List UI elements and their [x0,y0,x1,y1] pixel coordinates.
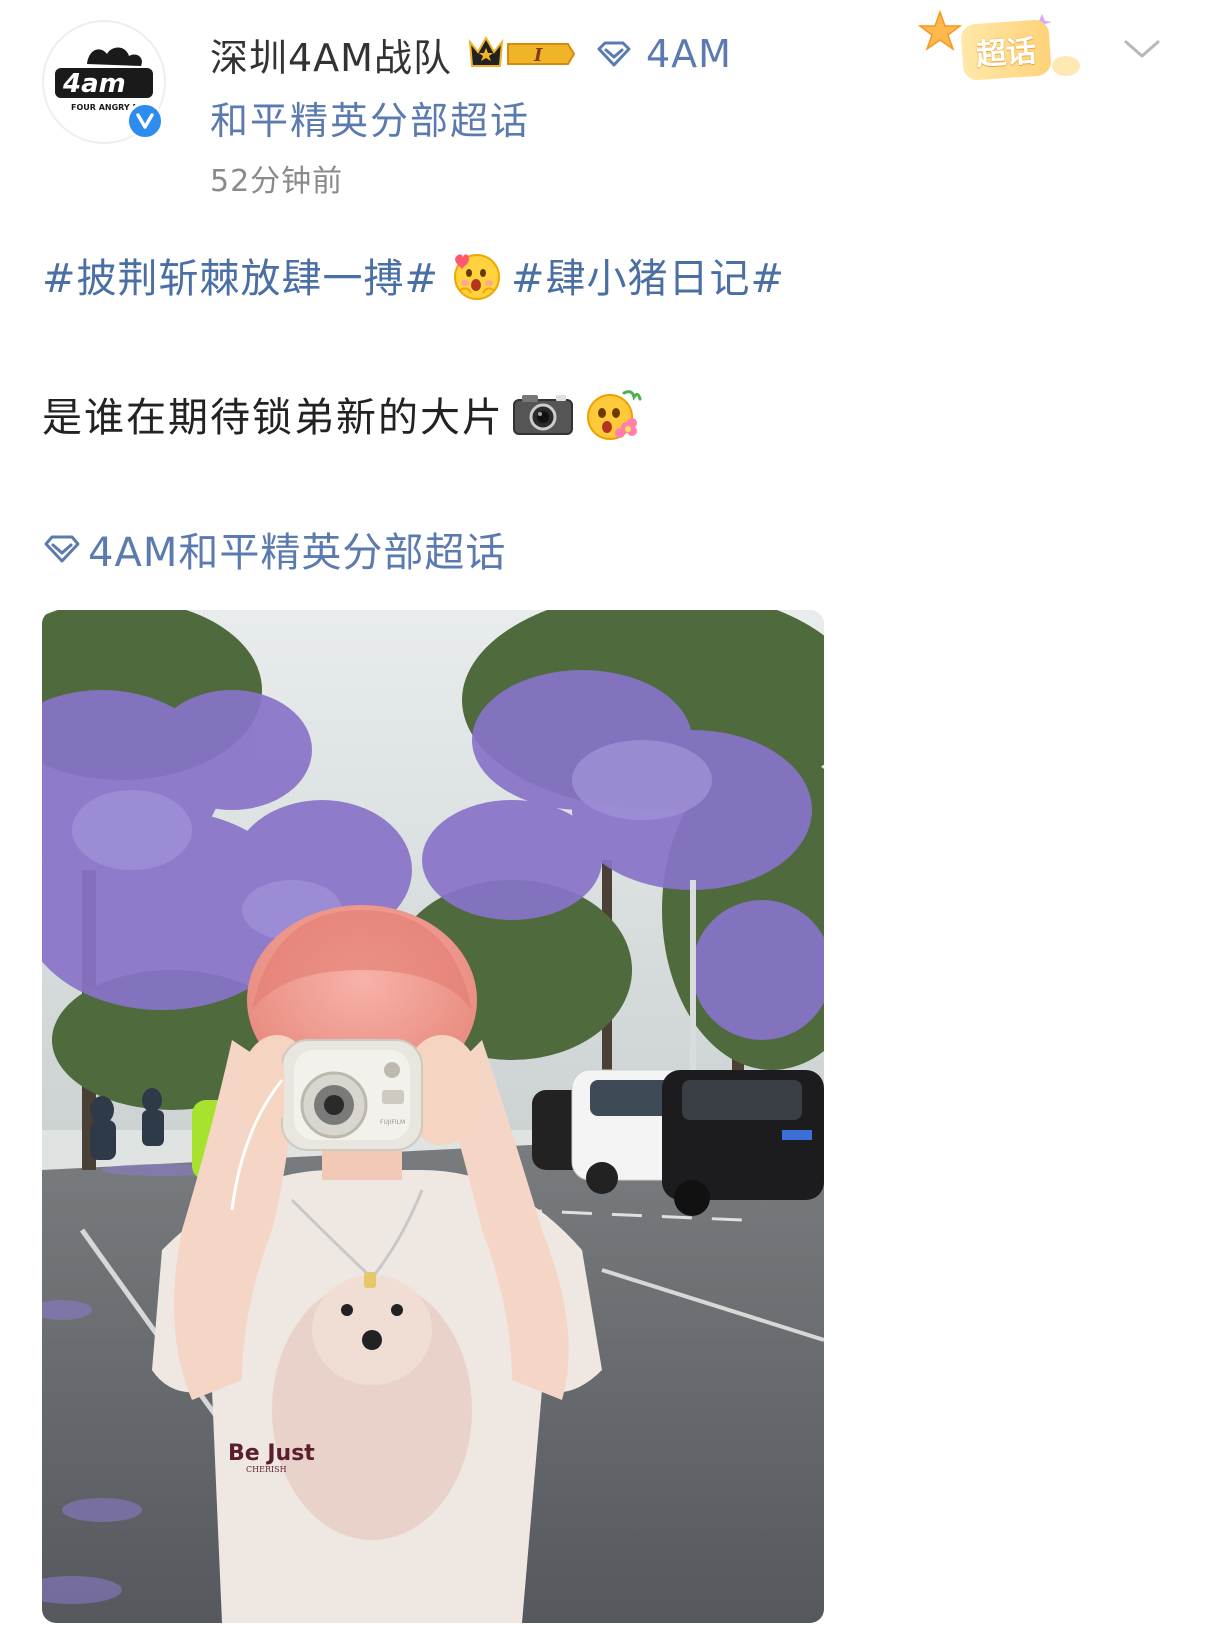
author-line: 深圳4AM战队 I 4AM [210,26,732,82]
post-message: 是谁在期待锁弟新的大片 [42,385,642,443]
chevron-down-icon[interactable] [1122,34,1162,64]
topic-link-text: 4AM和平精英分部超话 [88,530,507,576]
supertopic-label: 超话 [960,18,1052,82]
crown-badge-icon[interactable]: I [464,34,576,74]
diamond-icon [596,40,632,68]
camera-emoji-icon [512,392,574,436]
hashtag-link-2[interactable]: #肆小猪日记# [511,246,785,304]
verified-check-icon [126,102,164,140]
camera-brand-text: FUJIFILM [380,1119,405,1126]
hashtag-line: #披荆斩棘放肆一搏# #肆小猪日记# [42,246,785,304]
flower-face-emoji-icon [582,387,642,441]
author-name[interactable]: 深圳4AM战队 [210,27,452,82]
post-photo[interactable]: Be Just CHERISH FUJIFILM [42,610,824,1623]
shirt-print-text: Be Just [228,1441,315,1466]
topic-name-inline[interactable]: 4AM [646,32,732,76]
hashtag-link-1[interactable]: #披荆斩棘放肆一搏# [42,246,439,304]
shirt-print-subtext: CHERISH [246,1465,287,1474]
street-portrait-image: Be Just CHERISH FUJIFILM [42,610,824,1623]
topic-link[interactable]: 4AM和平精英分部超话 [42,520,506,578]
diamond-icon [42,534,82,564]
avatar-logo-text: 4am [62,69,126,99]
post-message-text: 是谁在期待锁弟新的大片 [42,395,504,441]
post-timestamp: 52分钟前 [210,164,344,199]
hugging-face-emoji-icon [449,249,505,301]
topic-name-inline-continued[interactable]: 和平精英分部超话 [210,90,530,145]
weibo-post: 4am FOUR ANGRY M 深圳4AM战队 I 4AM 和平精英分部超话 … [0,0,1206,1635]
badge-level: I [533,45,543,66]
supertopic-tag[interactable]: 超话 [918,6,1088,86]
author-avatar[interactable]: 4am FOUR ANGRY M [42,20,166,144]
